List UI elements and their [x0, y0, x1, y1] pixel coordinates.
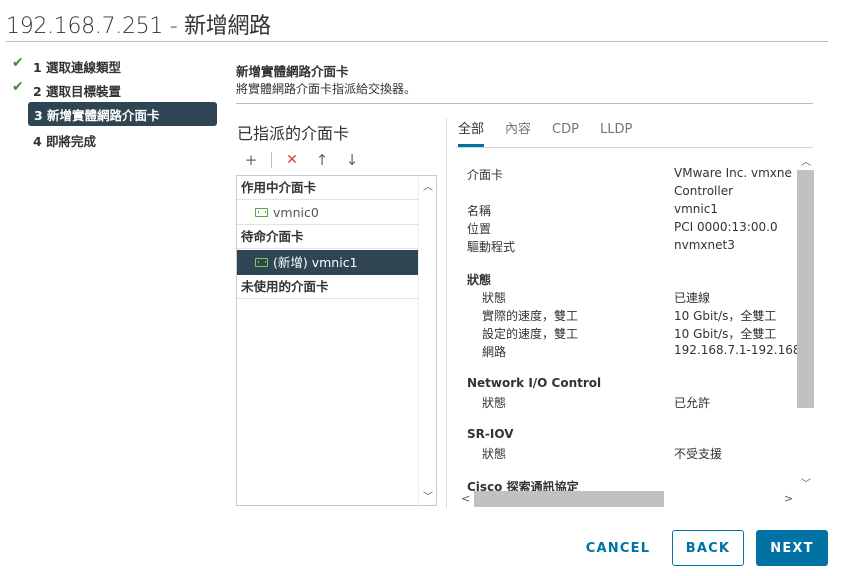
actual-speed-value: 10 Gbit/s，全雙工	[674, 309, 777, 323]
move-up-button[interactable]: ↑	[312, 150, 332, 170]
scrollbar-thumb[interactable]	[797, 170, 814, 408]
adapter-value-cont: Controller	[674, 184, 734, 198]
detail-tabs: 全部 內容 CDP LLDP	[458, 121, 653, 147]
step-label: 1 選取連線類型	[33, 59, 122, 75]
assigned-adapters-title: 已指派的介面卡	[237, 124, 350, 143]
adapter-details: 介面卡 VMware Inc. vmxne Controller 名稱 vmni…	[456, 150, 813, 507]
chevron-up-icon[interactable]: ︿	[423, 178, 433, 193]
window-title: 192.168.7.251 - 新增網路	[6, 14, 271, 39]
tab-lldp[interactable]: LLDP	[600, 121, 632, 147]
adapter-label: 介面卡	[467, 168, 504, 182]
chevron-left-icon[interactable]: <	[461, 492, 470, 505]
step-label: 4 即將完成	[33, 133, 97, 149]
move-down-button[interactable]: ↓	[342, 150, 362, 170]
tab-properties[interactable]: 內容	[505, 121, 531, 147]
status-heading: 狀態	[467, 273, 492, 287]
adapter-name: (新增) vmnic1	[273, 255, 358, 270]
sriov-heading: SR-IOV	[467, 427, 514, 441]
network-card-icon	[255, 208, 268, 217]
checkmark-icon: ✔	[12, 79, 24, 95]
chevron-up-icon[interactable]: ︿	[801, 153, 811, 168]
chevron-right-icon[interactable]: >	[784, 492, 793, 505]
cancel-button[interactable]: CANCEL	[578, 530, 658, 566]
toolbar-separator	[271, 152, 272, 168]
adapter-value: VMware Inc. vmxne	[674, 166, 792, 180]
adapter-list[interactable]: 作用中介面卡 vmnic0 待命介面卡 (新增) vmnic1 未使用的介面卡 …	[236, 175, 437, 506]
driver-value: nvmxnet3	[674, 238, 735, 252]
sriov-status-label: 狀態	[482, 447, 507, 461]
section-title: 新增實體網路介面卡	[236, 64, 349, 79]
driver-label: 驅動程式	[467, 240, 516, 254]
group-unused-adapters: 未使用的介面卡	[237, 275, 418, 299]
step-label: 3 新增實體網路介面卡	[34, 107, 160, 123]
next-button[interactable]: NEXT	[756, 530, 828, 566]
step-select-target-device[interactable]: ✔ 2 選取目標裝置	[0, 78, 217, 102]
nioc-status-label: 狀態	[482, 396, 507, 410]
actual-speed-label: 實際的速度，雙工	[482, 309, 579, 323]
details-horizontal-scrollbar[interactable]: < >	[456, 491, 797, 507]
plus-icon: +	[244, 151, 258, 169]
group-active-adapters: 作用中介面卡	[237, 176, 418, 200]
scrollbar-thumb[interactable]	[474, 491, 664, 507]
back-button[interactable]: BACK	[672, 530, 744, 566]
adapter-name: vmnic0	[273, 205, 319, 220]
list-item-vmnic0[interactable]: vmnic0	[237, 200, 418, 225]
tab-all[interactable]: 全部	[458, 121, 485, 147]
sriov-status-value: 不受支援	[674, 447, 723, 461]
add-adapter-button[interactable]: +	[241, 150, 261, 170]
chevron-down-icon[interactable]: ﹀	[801, 475, 811, 490]
chevron-down-icon[interactable]: ﹀	[423, 488, 433, 503]
step-label: 2 選取目標裝置	[33, 83, 122, 99]
configured-speed-label: 設定的速度，雙工	[482, 327, 579, 341]
adapter-toolbar: + ✕ ↑ ↓	[241, 150, 372, 170]
delete-icon: ✕	[286, 152, 298, 168]
title-divider	[6, 41, 828, 42]
location-value: PCI 0000:13:00.0	[674, 220, 778, 234]
step-ready-to-complete[interactable]: 4 即將完成	[0, 128, 217, 152]
network-value: 192.168.7.1-192.168.7	[674, 343, 812, 357]
configured-speed-value: 10 Gbit/s，全雙工	[674, 327, 777, 341]
step-select-connection-type[interactable]: ✔ 1 選取連線類型	[0, 54, 217, 78]
step-add-physical-adapter[interactable]: 3 新增實體網路介面卡	[28, 102, 217, 126]
remove-adapter-button[interactable]: ✕	[282, 150, 302, 170]
arrow-up-icon: ↑	[315, 151, 329, 169]
network-label: 網路	[482, 345, 507, 359]
tab-cdp[interactable]: CDP	[552, 121, 579, 147]
section-description: 將實體網路介面卡指派給交換器。	[236, 82, 417, 96]
section-divider	[236, 103, 813, 104]
checkmark-icon: ✔	[12, 55, 24, 71]
location-label: 位置	[467, 222, 492, 236]
status-label: 狀態	[482, 291, 507, 305]
name-label: 名稱	[467, 204, 492, 218]
list-item-vmnic1[interactable]: (新增) vmnic1	[237, 250, 418, 275]
adapter-list-scrollbar[interactable]: ︿ ﹀	[418, 176, 436, 505]
pane-divider	[446, 118, 447, 508]
network-card-icon	[255, 258, 268, 267]
group-standby-adapters: 待命介面卡	[237, 225, 418, 249]
tabs-divider	[456, 147, 813, 148]
arrow-down-icon: ↓	[345, 151, 359, 169]
details-vertical-scrollbar[interactable]: ︿ ﹀	[797, 150, 814, 491]
nioc-heading: Network I/O Control	[467, 376, 602, 390]
name-value: vmnic1	[674, 202, 718, 216]
status-value: 已連線	[674, 291, 711, 305]
nioc-status-value: 已允許	[674, 396, 711, 410]
